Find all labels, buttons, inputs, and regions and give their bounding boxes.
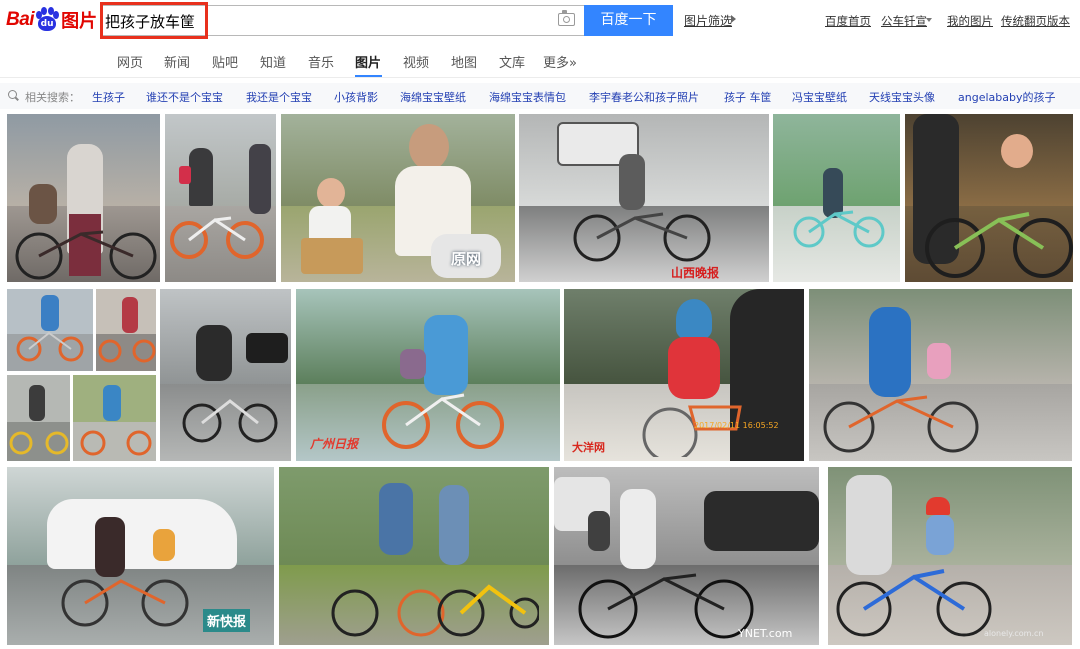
camera-icon[interactable] bbox=[558, 10, 575, 26]
tab-news[interactable]: 新闻 bbox=[164, 52, 190, 71]
top-bar: Bai du 图片 百度一下 图片筛选 百度首页 公车钎宣 我的图片 传统翻页版… bbox=[0, 0, 1080, 40]
image-result-thumbnail[interactable]: YNET.com bbox=[554, 467, 819, 645]
tab-zhidao[interactable]: 知道 bbox=[260, 52, 286, 71]
magnifier-icon bbox=[8, 90, 17, 99]
related-term[interactable]: 孩子 车筐 bbox=[724, 89, 772, 105]
image-result-thumbnail[interactable] bbox=[279, 467, 549, 645]
baidu-home-link[interactable]: 百度首页 bbox=[825, 13, 871, 29]
active-tab-indicator bbox=[355, 75, 382, 77]
username-link[interactable]: 公车钎宣 bbox=[881, 13, 927, 29]
related-term[interactable]: 海绵宝宝壁纸 bbox=[400, 89, 466, 105]
tab-images[interactable]: 图片 bbox=[355, 52, 381, 71]
image-result-thumbnail[interactable]: 大洋网 2017/02/11 16:05:52 bbox=[564, 289, 804, 461]
tab-map[interactable]: 地图 bbox=[451, 52, 477, 71]
related-term[interactable]: 我还是个宝宝 bbox=[246, 89, 312, 105]
image-watermark: 新快报 bbox=[203, 609, 251, 632]
image-result-thumbnail[interactable]: 原网 bbox=[281, 114, 515, 282]
image-watermark: alonely.com.cn bbox=[984, 629, 1044, 638]
image-result-thumbnail[interactable] bbox=[7, 114, 160, 282]
related-label: 相关搜索： bbox=[25, 91, 80, 104]
related-term[interactable]: 冯宝宝壁纸 bbox=[792, 89, 847, 105]
image-result-thumbnail[interactable] bbox=[773, 114, 900, 282]
tab-music[interactable]: 音乐 bbox=[308, 52, 334, 71]
related-term[interactable]: 谁还不是个宝宝 bbox=[146, 89, 223, 105]
baidu-logo[interactable]: Bai du 图片 bbox=[6, 5, 97, 35]
tab-tieba[interactable]: 贴吧 bbox=[212, 52, 238, 71]
image-result-thumbnail[interactable]: 山西晚报 bbox=[519, 114, 769, 282]
related-term[interactable]: 生孩子 bbox=[92, 89, 125, 105]
image-result-thumbnail[interactable] bbox=[73, 375, 156, 461]
filter-arrow-icon bbox=[731, 15, 736, 23]
tab-wenku[interactable]: 文库 bbox=[499, 52, 525, 71]
chevron-down-icon[interactable] bbox=[926, 18, 932, 22]
related-term[interactable]: 海绵宝宝表情包 bbox=[489, 89, 566, 105]
related-term[interactable]: 小孩背影 bbox=[334, 89, 378, 105]
image-filter-link[interactable]: 图片筛选 bbox=[684, 12, 732, 29]
image-result-thumbnail[interactable]: 新快报 bbox=[7, 467, 274, 645]
search-input[interactable] bbox=[105, 9, 541, 34]
image-result-thumbnail[interactable] bbox=[96, 289, 156, 371]
image-result-thumbnail[interactable] bbox=[809, 289, 1072, 461]
image-result-thumbnail[interactable] bbox=[7, 289, 93, 371]
image-result-thumbnail[interactable] bbox=[165, 114, 276, 282]
image-watermark: 原网 bbox=[451, 250, 482, 268]
tab-video[interactable]: 视频 bbox=[403, 52, 429, 71]
image-watermark: 广州日报 bbox=[310, 437, 359, 451]
my-images-link[interactable]: 我的图片 bbox=[947, 13, 993, 29]
logo-image-text: 图片 bbox=[61, 11, 98, 32]
logo-bai-text: Bai bbox=[6, 9, 35, 30]
image-result-thumbnail[interactable] bbox=[7, 375, 70, 461]
image-result-thumbnail[interactable]: 广州日报 bbox=[296, 289, 560, 461]
image-result-thumbnail[interactable] bbox=[905, 114, 1073, 282]
image-watermark: 山西晚报 bbox=[671, 266, 720, 280]
search-box bbox=[100, 5, 584, 36]
related-term[interactable]: angelababy的孩子 bbox=[958, 89, 1055, 105]
related-term[interactable]: 天线宝宝头像 bbox=[869, 89, 935, 105]
image-result-thumbnail[interactable] bbox=[160, 289, 291, 461]
image-result-thumbnail[interactable]: alonely.com.cn bbox=[828, 467, 1072, 645]
image-timestamp: 2017/02/11 16:05:52 bbox=[694, 421, 779, 430]
related-term[interactable]: 李宇春老公和孩子照片 bbox=[589, 89, 699, 105]
nav-tabs: 网页 新闻 贴吧 知道 音乐 图片 视频 地图 文库 更多» bbox=[0, 40, 1080, 78]
tab-more[interactable]: 更多» bbox=[543, 52, 577, 71]
paw-icon: du bbox=[35, 7, 60, 33]
related-searches: 相关搜索： 生孩子 谁还不是个宝宝 我还是个宝宝 小孩背影 海绵宝宝壁纸 海绵宝… bbox=[0, 83, 1080, 109]
tab-web[interactable]: 网页 bbox=[117, 52, 143, 71]
image-watermark: YNET.com bbox=[738, 627, 793, 640]
classic-pagination-link[interactable]: 传统翻页版本 bbox=[1001, 13, 1070, 29]
image-watermark: 大洋网 bbox=[572, 441, 605, 454]
search-button[interactable]: 百度一下 bbox=[584, 5, 673, 36]
logo-du-text: du bbox=[38, 16, 57, 31]
